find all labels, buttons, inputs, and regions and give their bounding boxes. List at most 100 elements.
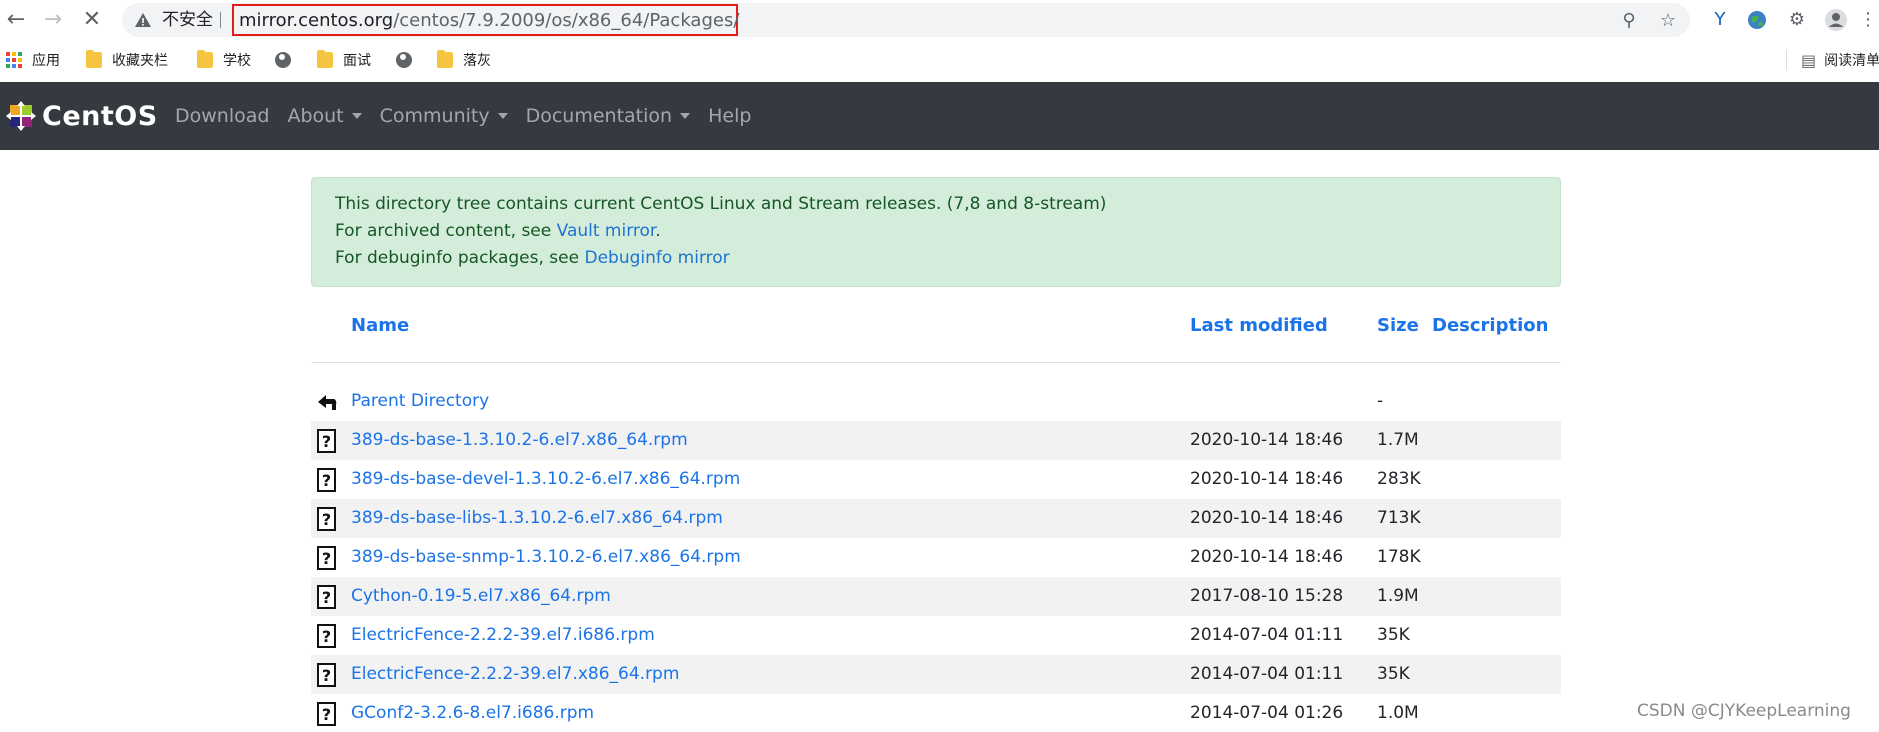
globe-icon: [275, 52, 291, 68]
svg-text:?: ?: [322, 432, 331, 451]
bookmark-favorites[interactable]: 收藏夹栏: [86, 50, 168, 70]
folder-icon: [197, 50, 213, 68]
sort-by-last-modified-header[interactable]: Last modified: [1190, 315, 1328, 336]
svg-text:?: ?: [322, 471, 331, 490]
table-row: ? 389-ds-base-snmp-1.3.10.2-6.el7.x86_64…: [311, 538, 1561, 577]
file-link[interactable]: Cython-0.19-5.el7.x86_64.rpm: [351, 586, 611, 606]
bookmarks-bar: 应用 收藏夹栏 学校 面试 落灰 ▤ 阅读清单: [0, 44, 1879, 76]
bookmark-label: 收藏夹栏: [112, 53, 168, 69]
sort-by-name-header[interactable]: Name: [351, 315, 409, 336]
svg-text:?: ?: [322, 510, 331, 529]
unknown-file-icon: ?: [317, 468, 336, 492]
globe-icon: [396, 52, 412, 68]
alert-text: .: [655, 221, 661, 241]
folder-icon: [317, 50, 333, 68]
table-row: ? 389-ds-base-libs-1.3.10.2-6.el7.x86_64…: [311, 499, 1561, 538]
alert-line-3: For debuginfo packages, see Debuginfo mi…: [335, 248, 730, 268]
nav-about[interactable]: About: [287, 104, 362, 128]
bookmark-globe-2[interactable]: [396, 50, 422, 70]
nav-community[interactable]: Community: [380, 104, 508, 128]
bookmark-school[interactable]: 学校: [197, 50, 251, 70]
file-link[interactable]: GConf2-3.2.6-8.el7.i686.rpm: [351, 703, 594, 723]
nav-documentation[interactable]: Documentation: [525, 104, 691, 128]
table-row: Parent Directory -: [311, 382, 1561, 421]
table-row: ? ElectricFence-2.2.2-39.el7.x86_64.rpm …: [311, 655, 1561, 694]
alert-line-2: For archived content, see Vault mirror.: [335, 221, 661, 241]
nav-help[interactable]: Help: [708, 104, 751, 128]
insecure-label[interactable]: 不安全: [162, 10, 213, 30]
zoom-icon[interactable]: ⚲: [1618, 10, 1640, 32]
nav-label: Download: [175, 105, 270, 127]
file-link[interactable]: 389-ds-base-1.3.10.2-6.el7.x86_64.rpm: [351, 430, 688, 450]
forward-arrow-icon[interactable]: →: [41, 8, 65, 32]
back-arrow-icon[interactable]: ←: [4, 8, 28, 32]
bookmark-label: 落灰: [463, 53, 491, 69]
bookmark-star-icon[interactable]: ☆: [1657, 10, 1679, 32]
bookmark-interview[interactable]: 面试: [317, 50, 371, 70]
row-size: 713K: [1377, 508, 1421, 528]
table-header: Name Last modified Size Description: [311, 300, 1561, 363]
row-size: 1.0M: [1377, 703, 1419, 723]
row-size: 35K: [1377, 664, 1410, 684]
nav-label: Documentation: [525, 105, 673, 127]
extension-globe-icon[interactable]: [1745, 8, 1769, 32]
sort-by-size-header[interactable]: Size: [1377, 315, 1419, 336]
unknown-file-icon: ?: [317, 429, 336, 453]
file-link[interactable]: ElectricFence-2.2.2-39.el7.i686.rpm: [351, 625, 655, 645]
file-link[interactable]: 389-ds-base-devel-1.3.10.2-6.el7.x86_64.…: [351, 469, 740, 489]
csdn-watermark: CSDN @CJYKeepLearning: [1637, 701, 1851, 721]
extensions-puzzle-icon[interactable]: ⚙: [1785, 8, 1809, 32]
debuginfo-mirror-link[interactable]: Debuginfo mirror: [584, 248, 729, 268]
svg-text:?: ?: [322, 666, 331, 685]
bookmark-dust[interactable]: 落灰: [437, 50, 491, 70]
row-size: 1.7M: [1377, 430, 1419, 450]
menu-dots-icon[interactable]: ⋮: [1858, 8, 1878, 32]
alert-line-1: This directory tree contains current Cen…: [335, 194, 1107, 214]
nav-download[interactable]: Download: [175, 104, 269, 128]
table-row: ? ElectricFence-2.2.2-39.el7.i686.rpm 20…: [311, 616, 1561, 655]
url-text[interactable]: mirror.centos.org/centos/7.9.2009/os/x86…: [239, 10, 739, 32]
unknown-file-icon: ?: [317, 702, 336, 726]
stop-loading-icon[interactable]: ✕: [80, 8, 104, 32]
bookmark-apps[interactable]: 应用: [6, 50, 60, 70]
folder-icon: [437, 50, 453, 68]
site-brand[interactable]: CentOS: [6, 99, 158, 133]
file-link[interactable]: 389-ds-base-libs-1.3.10.2-6.el7.x86_64.r…: [351, 508, 723, 528]
reading-list[interactable]: ▤ 阅读清单: [1786, 50, 1879, 70]
profile-avatar-icon[interactable]: [1824, 8, 1848, 32]
alert-text: For archived content, see: [335, 221, 557, 241]
svg-text:?: ?: [322, 549, 331, 568]
url-highlight-box[interactable]: mirror.centos.org/centos/7.9.2009/os/x86…: [232, 4, 739, 36]
file-link[interactable]: 389-ds-base-snmp-1.3.10.2-6.el7.x86_64.r…: [351, 547, 741, 567]
vault-mirror-link[interactable]: Vault mirror: [557, 221, 656, 241]
row-size: 178K: [1377, 547, 1421, 567]
url-path: /centos/7.9.2009/os/x86_64/Packages/: [393, 10, 740, 31]
bookmark-label: 面试: [343, 53, 371, 69]
bookmark-globe-1[interactable]: [275, 50, 301, 70]
unknown-file-icon: ?: [317, 585, 336, 609]
row-date: 2020-10-14 18:46: [1190, 508, 1344, 528]
address-bar[interactable]: 不安全 mirror.centos.org/centos/7.9.2009/os…: [122, 3, 1690, 37]
alert-text: For debuginfo packages, see: [335, 248, 585, 268]
unknown-file-icon: ?: [317, 546, 336, 570]
row-date: 2017-08-10 15:28: [1190, 586, 1344, 606]
reading-list-icon: ▤: [1801, 50, 1817, 70]
site-navbar: CentOS Download About Community Document…: [0, 82, 1879, 150]
row-date: 2014-07-04 01:11: [1190, 625, 1344, 645]
bookmark-label: 应用: [32, 53, 60, 69]
warning-icon[interactable]: [134, 11, 152, 29]
parent-directory-link[interactable]: Parent Directory: [351, 391, 489, 411]
nav-label: Help: [708, 105, 752, 127]
row-date: 2014-07-04 01:11: [1190, 664, 1344, 684]
caret-down-icon: [680, 113, 691, 119]
apps-icon: [6, 52, 22, 68]
sort-by-description-header[interactable]: Description: [1432, 315, 1548, 336]
file-link[interactable]: ElectricFence-2.2.2-39.el7.x86_64.rpm: [351, 664, 679, 684]
info-alert: This directory tree contains current Cen…: [311, 177, 1561, 287]
caret-down-icon: [351, 113, 362, 119]
row-date: 2020-10-14 18:46: [1190, 547, 1344, 567]
row-size: -: [1377, 391, 1384, 411]
extension-y-icon[interactable]: Y: [1708, 8, 1732, 32]
back-arrow-icon: [318, 395, 337, 410]
table-row: ? 389-ds-base-1.3.10.2-6.el7.x86_64.rpm …: [311, 421, 1561, 460]
